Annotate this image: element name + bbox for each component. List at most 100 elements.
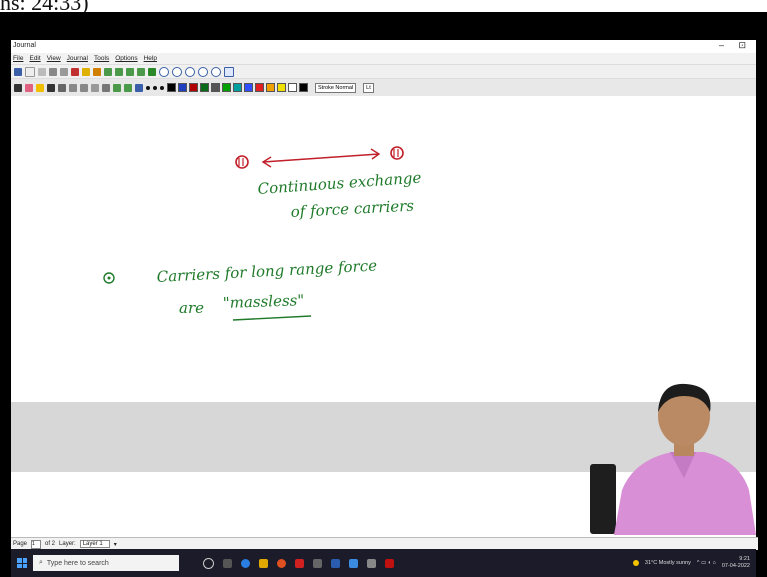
note-line-1: Continuous exchange [257, 169, 422, 198]
exchange-arrow [261, 148, 381, 168]
window-controls[interactable]: – ⊡ [719, 40, 752, 51]
pen-style-extra[interactable]: Lt [363, 82, 374, 93]
page-label: Page [13, 541, 28, 547]
word-icon[interactable] [331, 558, 340, 568]
massless-quote: "massless" [223, 291, 305, 312]
color-swatch[interactable] [178, 83, 187, 92]
journal-page[interactable]: Continuous exchange of force carriers Ca… [11, 96, 756, 402]
menu-file[interactable]: File [13, 55, 23, 62]
zoom-normal-icon[interactable] [185, 66, 195, 77]
color-swatch[interactable] [222, 83, 231, 92]
system-tray: 31°C Mostly sunny ^ ▭ ◖ ⌂ 9:21 07-04-202… [632, 556, 750, 570]
color-swatch[interactable] [200, 83, 209, 92]
right-border [756, 40, 767, 577]
header-fragment: hs: 24:33) [0, 0, 767, 12]
menu-view[interactable]: View [47, 55, 61, 62]
new-page-icon[interactable] [148, 67, 156, 76]
default-pen-icon[interactable] [135, 83, 143, 92]
fullscreen-icon[interactable] [224, 66, 234, 77]
settings-icon[interactable] [367, 558, 376, 568]
windows-start-icon[interactable] [17, 558, 27, 568]
app-icon[interactable] [295, 558, 304, 568]
window-title: Journal [13, 42, 36, 49]
color-swatch[interactable] [244, 83, 253, 92]
cortana-icon[interactable] [203, 557, 214, 569]
vertical-space-icon[interactable] [91, 83, 99, 92]
select-rect-icon[interactable] [69, 83, 77, 92]
color-swatch[interactable] [167, 83, 176, 92]
layer-label: Layer: [59, 541, 76, 547]
color-swatch[interactable] [288, 83, 297, 92]
pen-icon[interactable] [14, 83, 22, 92]
thin-dot-icon[interactable] [146, 85, 150, 90]
copy-icon[interactable] [60, 67, 68, 76]
bullet-text-1: Carriers for long range force [156, 256, 377, 286]
menu-journal[interactable]: Journal [67, 55, 88, 62]
bullet-text-2-prefix: are [179, 299, 204, 317]
menu-help[interactable]: Help [144, 55, 157, 62]
zoom-in-icon[interactable] [159, 66, 169, 77]
color-swatch[interactable] [211, 83, 220, 92]
handwriting-canvas: Continuous exchange of force carriers Ca… [103, 146, 422, 321]
pen-style-select[interactable]: Stroke Normal [315, 82, 357, 93]
thick-dot-icon[interactable] [160, 85, 164, 90]
tray-icons[interactable]: ^ ▭ ◖ ⌂ [697, 560, 716, 566]
hand-icon[interactable] [102, 83, 110, 92]
search-icon: ⌕ [39, 559, 43, 566]
select-region-icon[interactable] [80, 83, 88, 92]
paste-icon[interactable] [71, 67, 79, 76]
color-swatch[interactable] [189, 83, 198, 92]
clock[interactable]: 9:21 07-04-2022 [722, 556, 750, 570]
shape-recognizer-icon[interactable] [113, 83, 121, 92]
zoom-out-icon[interactable] [172, 66, 182, 77]
prev-page-icon[interactable] [115, 67, 123, 76]
color-swatch[interactable] [233, 83, 242, 92]
file-explorer-icon[interactable] [259, 558, 268, 568]
menu-tools[interactable]: Tools [94, 55, 109, 62]
ruler-icon[interactable] [124, 83, 132, 92]
last-page-icon[interactable] [137, 67, 145, 76]
zoom-width-icon[interactable] [198, 66, 208, 77]
particle-marker-right [390, 146, 404, 160]
store-icon[interactable] [349, 558, 358, 568]
layer-select[interactable]: Layer 1 [79, 540, 110, 548]
mail-icon[interactable] [313, 558, 322, 568]
chrome-icon[interactable] [277, 558, 286, 568]
title-bar: Journal – ⊡ [11, 40, 756, 53]
pdf-icon[interactable] [385, 558, 394, 568]
main-toolbar [11, 65, 756, 79]
color-swatch[interactable] [299, 83, 308, 92]
save-icon[interactable] [14, 67, 22, 76]
next-page-icon[interactable] [126, 67, 134, 76]
print-icon[interactable] [38, 67, 46, 76]
menu-bar: File Edit View Journal Tools Options Hel… [11, 53, 756, 65]
color-swatch[interactable] [277, 83, 286, 92]
menu-options[interactable]: Options [115, 55, 137, 62]
color-swatch[interactable] [266, 83, 275, 92]
text-icon[interactable] [47, 83, 55, 92]
taskbar-search[interactable]: ⌕ Type here to search [33, 555, 179, 571]
highlighter-icon[interactable] [36, 83, 44, 92]
presenter-video [590, 383, 756, 535]
medium-dot-icon[interactable] [153, 85, 157, 90]
task-view-icon[interactable] [223, 558, 232, 568]
page-number-input[interactable] [31, 539, 42, 549]
redo-icon[interactable] [93, 67, 101, 76]
color-swatch[interactable] [255, 83, 264, 92]
cut-icon[interactable] [49, 67, 57, 76]
time-text: 9:21 [739, 556, 750, 562]
undo-icon[interactable] [82, 67, 90, 76]
weather-text[interactable]: 31°C Mostly sunny [645, 560, 691, 566]
video-top-bar [0, 12, 767, 40]
eraser-icon[interactable] [25, 83, 33, 92]
edge-icon[interactable] [241, 558, 250, 568]
menu-edit[interactable]: Edit [29, 55, 40, 62]
taskbar-apps [203, 557, 394, 569]
massless-underline [232, 315, 312, 321]
new-icon[interactable] [25, 66, 35, 77]
image-icon[interactable] [58, 83, 66, 92]
chevron-down-icon[interactable]: ▾ [114, 541, 117, 548]
zoom-height-icon[interactable] [211, 66, 221, 77]
first-page-icon[interactable] [104, 67, 112, 76]
date-text: 07-04-2022 [721, 563, 750, 569]
